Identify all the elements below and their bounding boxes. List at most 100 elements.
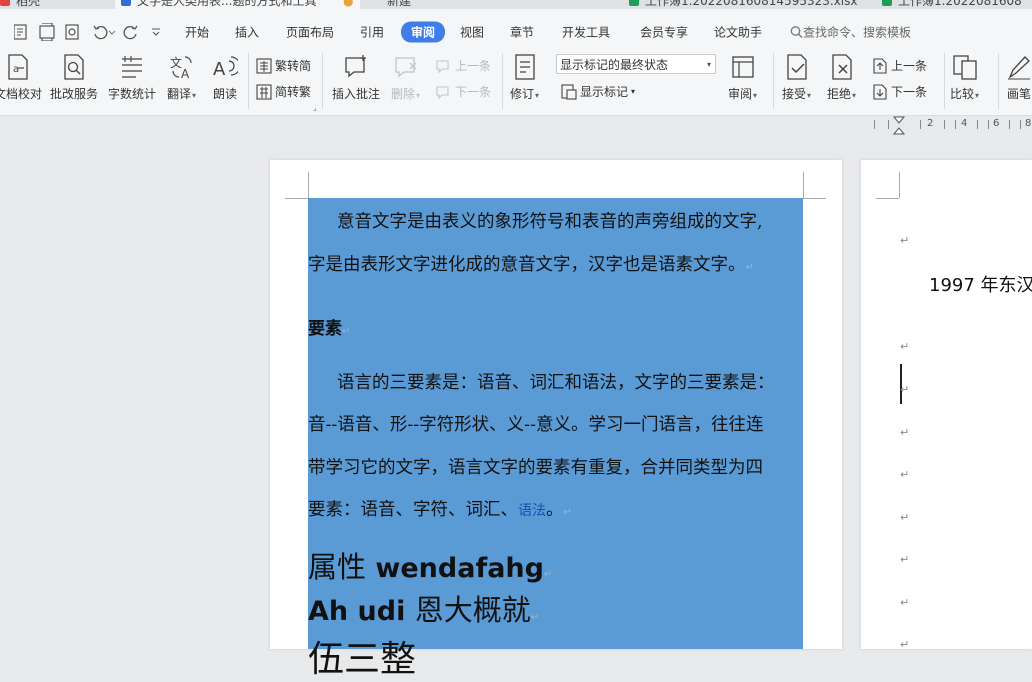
tab-workbook-1[interactable]: 工作簿1.202208160814595323.xlsx (625, 0, 870, 9)
review-ribbon: a 文档校对 批改服务 字数统计 文 A 翻译▾ A 朗读 繁转简 简转繁 ⌟ … (0, 49, 1032, 116)
ribbon-separator (322, 53, 323, 109)
chevron-down-icon: ▾ (416, 91, 421, 100)
document-tab-bar: 稻壳 文字是人类用表...题的方式和工具 ● 新建 工作簿1.202208160… (0, 0, 1032, 9)
paragraph-mark: ↵ (900, 511, 910, 524)
ribbon-separator (944, 53, 945, 109)
chevron-down-icon: ▾ (706, 60, 711, 69)
crop-mark (308, 172, 309, 198)
document-page-2[interactable]: ↵ 1997 年东汉 ↵ ↵ ↵ ↵ ↵ ↵ ↵ ↵ (861, 160, 1032, 651)
crop-mark (285, 198, 308, 199)
command-search[interactable]: 查找命令、搜索模板 (790, 24, 911, 41)
delete-comment-icon (394, 57, 416, 78)
search-icon (790, 26, 803, 38)
show-markup-button[interactable]: 显示标记 ▾ (561, 83, 635, 100)
heading-elements[interactable]: 要素↵ (308, 314, 350, 339)
paragraph-2-line-2[interactable]: 音--语音、形--字符形状、义--意义。学习一门语言，往往连 (308, 411, 763, 436)
svg-text:a: a (13, 64, 19, 75)
paragraph-mark: ↵ (543, 569, 553, 580)
paragraph-mark: ↵ (900, 383, 910, 396)
read-aloud-button[interactable]: A 朗读 (212, 53, 238, 102)
indent-marker-icon[interactable] (893, 116, 905, 136)
quick-access-toolbar (13, 22, 164, 45)
spreadsheet-icon (629, 0, 639, 6)
menu-review[interactable]: 审阅 (401, 21, 446, 43)
tab-workbook-2[interactable]: 工作簿1.2022081608 (878, 0, 1032, 9)
chevron-down-icon: ▾ (753, 91, 758, 100)
paragraph-mark: ↵ (900, 638, 910, 651)
crop-mark (803, 172, 804, 198)
horizontal-ruler[interactable]: 2 4 6 8 (860, 116, 1032, 136)
menu-bar: 开始 插入 页面布局 引用 审阅 视图 章节 开发工具 会员专享 论文助手 查找… (0, 9, 1032, 49)
paragraph-2-line-3[interactable]: 带学习它的文字，语言文字的要素有重复，合并同类型为四 (308, 454, 763, 479)
translate-button[interactable]: 文 A 翻译▾ (167, 53, 196, 102)
review-pane-icon (731, 56, 754, 78)
ribbon-separator (773, 53, 774, 109)
reject-button[interactable]: 拒绝▾ (827, 53, 856, 102)
crop-mark (876, 198, 899, 199)
insert-comment-icon (345, 55, 366, 78)
paragraph-1-line-1[interactable]: 意音文字是由表义的象形符号和表音的声旁组成的文字, (337, 208, 763, 233)
chevron-down-icon: ▾ (192, 91, 197, 100)
doc-check-icon: a (8, 54, 28, 80)
prev-change-icon (873, 57, 887, 74)
paragraph-mark: ↵ (900, 426, 910, 439)
next-comment-button[interactable]: 下一条 (436, 83, 491, 100)
menu-home[interactable]: 开始 (185, 24, 209, 41)
chevron-down-icon: ▾ (852, 91, 857, 100)
grammar-link[interactable]: 语法 (518, 503, 546, 519)
paragraph-1-line-2[interactable]: 字是由表形文字进化成的意音文字，汉字也是语素文字。↵ (308, 251, 754, 276)
svg-text:A: A (213, 59, 226, 80)
large-text-line-1[interactable]: 属性 wendafahg↵ (308, 544, 552, 586)
ink-button[interactable]: 画笔 (1006, 53, 1032, 102)
tab-docer[interactable]: 稻壳 (0, 0, 110, 9)
batch-service-button[interactable]: 批改服务 (50, 53, 98, 102)
menu-thesis-assistant[interactable]: 论文助手 (714, 24, 762, 41)
menu-insert[interactable]: 插入 (235, 24, 259, 41)
chevron-down-icon: ▾ (535, 91, 540, 100)
accept-button[interactable]: 接受▾ (782, 53, 811, 102)
word-count-button[interactable]: 字数统计 (108, 53, 156, 102)
quick-access-icons[interactable] (13, 22, 164, 42)
simp-to-trad-button[interactable]: 简转繁 (256, 83, 311, 100)
next-change-icon (873, 83, 887, 100)
ribbon-separator (248, 53, 249, 109)
pen-icon (1008, 56, 1030, 80)
compare-icon (952, 55, 977, 80)
delete-comment-button[interactable]: 删除▾ (391, 53, 420, 102)
accept-icon (786, 54, 807, 80)
paragraph-mark: ↵ (530, 612, 540, 623)
doc-check-button[interactable]: a 文档校对 (0, 53, 42, 102)
track-changes-button[interactable]: 修订▾ (510, 53, 539, 102)
document-page-1[interactable]: 意音文字是由表义的象形符号和表音的声旁组成的文字, 字是由表形文字进化成的意音文… (270, 160, 842, 680)
writer-doc-icon (121, 0, 131, 6)
review-pane-button[interactable]: 审阅▾ (728, 53, 757, 102)
paragraph-2-line-4[interactable]: 要素：语音、字符、词汇、语法。↵ (308, 496, 572, 521)
paragraph-2-line-1[interactable]: 语言的三要素是：语音、词汇和语法，文字的三要素是： (337, 369, 775, 394)
compare-button[interactable]: 比较▾ (950, 53, 979, 102)
tab-new[interactable]: 新建 (365, 0, 610, 9)
menu-references[interactable]: 引用 (360, 24, 384, 41)
next-comment-icon (436, 85, 449, 99)
menu-view[interactable]: 视图 (460, 24, 484, 41)
markup-mode-select[interactable]: 显示标记的最终状态 ▾ (556, 54, 716, 74)
reject-icon (831, 54, 852, 80)
page-2-text-line[interactable]: 1997 年东汉 (929, 271, 1032, 297)
next-change-button[interactable]: 下一条 (872, 83, 927, 100)
unsaved-dot-icon: ● (343, 0, 354, 8)
large-text-line-2[interactable]: Ah udi 恩大概就↵ (308, 587, 539, 629)
prev-change-button[interactable]: 上一条 (872, 57, 927, 74)
paragraph-mark: ↵ (900, 234, 910, 247)
paragraph-mark: ↵ (900, 340, 910, 353)
paragraph-mark: ↵ (900, 596, 910, 609)
menu-member-exclusive[interactable]: 会员专享 (640, 24, 688, 41)
menu-chapter[interactable]: 章节 (510, 24, 534, 41)
insert-comment-button[interactable]: 插入批注 (332, 53, 380, 102)
prev-comment-button[interactable]: 上一条 (436, 57, 491, 74)
trad-to-simp-button[interactable]: 繁转简 (256, 57, 311, 74)
large-text-line-3[interactable]: 伍三整 (308, 630, 416, 682)
dialog-launcher-icon[interactable]: ⌟ (313, 103, 317, 112)
chevron-down-icon: ▾ (631, 87, 636, 96)
menu-developer-tools[interactable]: 开发工具 (562, 24, 610, 41)
menu-page-layout[interactable]: 页面布局 (286, 24, 334, 41)
tab-active-document[interactable]: 文字是人类用表...题的方式和工具 ● (115, 0, 360, 9)
